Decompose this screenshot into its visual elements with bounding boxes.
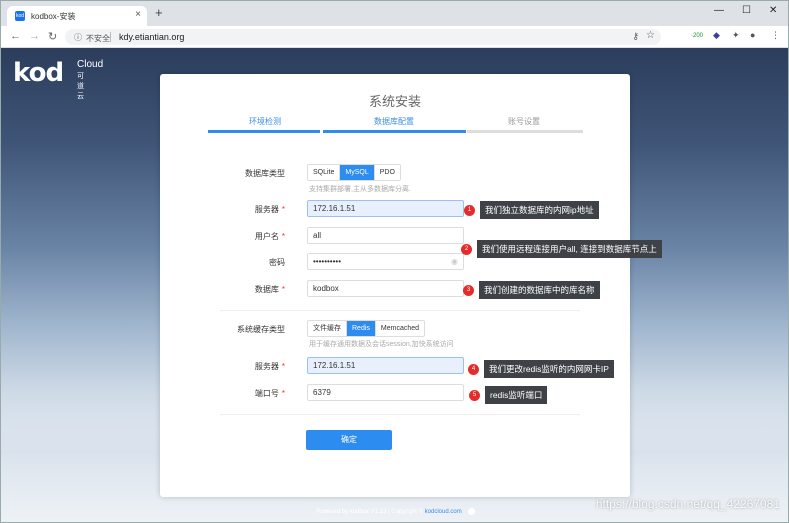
cache-type-selector: 文件缓存 Redis Memcached [307,320,426,337]
db-type-sqlite[interactable]: SQLite [308,165,341,180]
url-text[interactable]: kdy.etiantian.org [119,32,184,42]
cache-type-memcached[interactable]: Memcached [375,321,425,336]
browser-tab[interactable]: kod kodbox-安装 × [7,6,147,26]
annotation-2-text: 我们使用远程连接用户all, 连接到数据库节点上 [477,240,662,258]
db-type-pdo[interactable]: PDO [374,165,400,180]
annotation-3: 3 我们创建的数据库中的库名称 [463,281,600,299]
forward-icon[interactable]: → [29,30,40,42]
annotation-1: 1 我们独立数据库的内网ip地址 [464,201,599,219]
watermark: https://blog.csdn.net/qq_42267081 [595,497,780,511]
back-icon[interactable]: ← [10,30,21,42]
db-user-input[interactable]: all [307,227,464,244]
extension-badge: ·200 [691,33,704,39]
new-tab-button[interactable]: + [155,6,163,20]
annotation-3-text: 我们创建的数据库中的库名称 [479,281,600,299]
annotation-5: 5 redis监听端口 [469,386,548,404]
db-password-label: 密码 [269,258,285,267]
bookmark-star-icon[interactable]: ☆ [646,30,655,41]
db-type-selector: SQLite MySQL PDO [307,164,401,181]
annotation-2-number: 2 [461,243,472,255]
annotation-1-number: 1 [464,204,475,216]
browser-toolbar: ← → ↻ ⓘ 不安全 kdy.etiantian.org ⚷ ☆ ·200 ◆… [1,26,788,48]
tab-title: kodbox-安装 [31,12,76,21]
cache-type-hint: 用于缓存通用数据及会话session,加快系统访问 [309,341,454,348]
section-divider-2 [220,414,580,415]
menu-icon[interactable]: ⋮ [771,30,780,41]
step-env-check: 环境检测 [249,117,281,126]
kodbox-favicon-icon: kod [15,11,25,21]
db-type-hint: 支持集群部署,主从多数据库分离. [309,186,411,193]
db-name-label: 数据库 * [254,285,285,294]
logo-cloud: Cloud [77,59,104,70]
profile-icon[interactable]: ● [750,30,755,40]
annotation-1-text: 我们独立数据库的内网ip地址 [480,201,599,219]
cache-server-label: 服务器 * [254,362,285,371]
insecure-label: 不安全 [86,34,110,43]
cache-type-file[interactable]: 文件缓存 [308,321,347,336]
db-type-mysql[interactable]: MySQL [340,165,375,180]
annotation-4-number: 4 [468,363,479,375]
step-db-config: 数据库配置 [374,117,414,126]
cache-port-label: 端口号 * [254,389,285,398]
footer-link[interactable]: kodcloud.com [425,509,462,515]
cache-port-input[interactable]: 6379 [307,384,464,401]
footer-text: Powered by kodbox V1.13 | Copyright © [316,509,425,516]
address-bar[interactable]: ⓘ 不安全 kdy.etiantian.org ⚷ ☆ [65,29,661,45]
db-password-input[interactable]: •••••••••• ◉ [307,253,464,270]
step-bar-2 [323,130,466,133]
logo-text: kod [13,58,64,88]
annotation-5-text: redis监听端口 [485,386,548,404]
logo-cn: 可道云 [77,73,84,100]
annotation-4: 4 我们更改redis监听的内网网卡IP [468,360,614,378]
annotation-2: 2 我们使用远程连接用户all, 连接到数据库节点上 [461,240,662,258]
browser-window: kod kodbox-安装 × + — ☐ ✕ ← → ↻ ⓘ 不安全 kdy.… [0,0,789,523]
cache-type-label: 系统缓存类型 [237,325,285,334]
cache-type-redis[interactable]: Redis [347,321,376,336]
puzzle-icon[interactable]: ✦ [732,30,740,41]
info-icon[interactable]: ⓘ [74,32,82,43]
page-title: 系统安装 [368,94,421,109]
key-icon[interactable]: ⚷ [632,31,639,42]
db-server-label: 服务器 * [254,205,285,214]
db-type-label: 数据库类型 [245,169,285,178]
db-name-input[interactable]: kodbox [307,280,464,297]
step-bar-1 [208,130,320,133]
section-divider [220,310,580,311]
annotation-4-text: 我们更改redis监听的内网网卡IP [484,360,614,378]
annotation-5-number: 5 [469,389,480,401]
step-account: 账号设置 [508,117,540,126]
kodcloud-logo: kod Cloud 可道云 [13,58,103,100]
submit-button[interactable]: 确定 [306,430,392,450]
close-window-button[interactable]: ✕ [769,5,777,16]
tab-strip: kod kodbox-安装 × + — ☐ ✕ [1,1,788,26]
step-bar-3 [467,130,583,133]
show-password-icon[interactable]: ◉ [451,254,458,269]
address-separator [110,32,111,42]
annotation-3-number: 3 [463,284,474,296]
db-server-input[interactable]: 172.16.1.51 [307,200,464,217]
reload-icon[interactable]: ↻ [48,30,57,43]
cache-server-input[interactable]: 172.16.1.51 [307,357,464,374]
language-icon[interactable] [467,508,475,515]
maximize-button[interactable]: ☐ [742,5,751,16]
page-background: kod Cloud 可道云 系统安装 环境检测 数据库配置 账号设置 数据库类型… [1,48,788,522]
db-user-label: 用户名 * [254,232,285,241]
extension-icon[interactable]: ◆ [713,30,720,41]
close-tab-icon[interactable]: × [135,9,141,20]
minimize-button[interactable]: — [714,5,724,16]
